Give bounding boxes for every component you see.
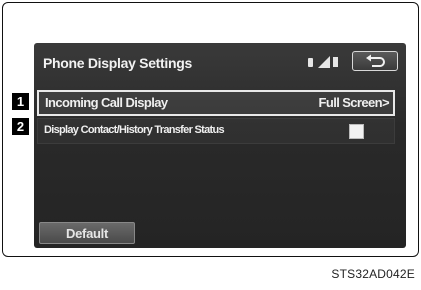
signal-strength-icon	[318, 56, 330, 68]
screen-title: Phone Display Settings	[43, 55, 192, 71]
return-arrow-icon	[366, 54, 385, 67]
figure-code: STS32AD042E	[331, 267, 415, 281]
default-button[interactable]: Default	[39, 222, 135, 244]
phone-display-settings-screen: Phone Display Settings Incoming Call Dis…	[34, 43, 406, 248]
bluetooth-icon	[333, 57, 338, 67]
back-button[interactable]	[352, 51, 398, 71]
transfer-status-label: Display Contact/History Transfer Status	[44, 124, 225, 136]
transfer-status-row[interactable]: Display Contact/History Transfer Status	[37, 118, 395, 144]
callout-2: 2	[12, 118, 29, 135]
battery-icon	[308, 58, 313, 67]
callout-1: 1	[12, 93, 29, 110]
incoming-call-display-row[interactable]: Incoming Call Display Full Screen>	[37, 90, 395, 116]
incoming-call-display-label: Incoming Call Display	[45, 95, 168, 110]
transfer-status-checkbox[interactable]	[349, 124, 364, 139]
incoming-call-display-value: Full Screen>	[318, 95, 390, 110]
